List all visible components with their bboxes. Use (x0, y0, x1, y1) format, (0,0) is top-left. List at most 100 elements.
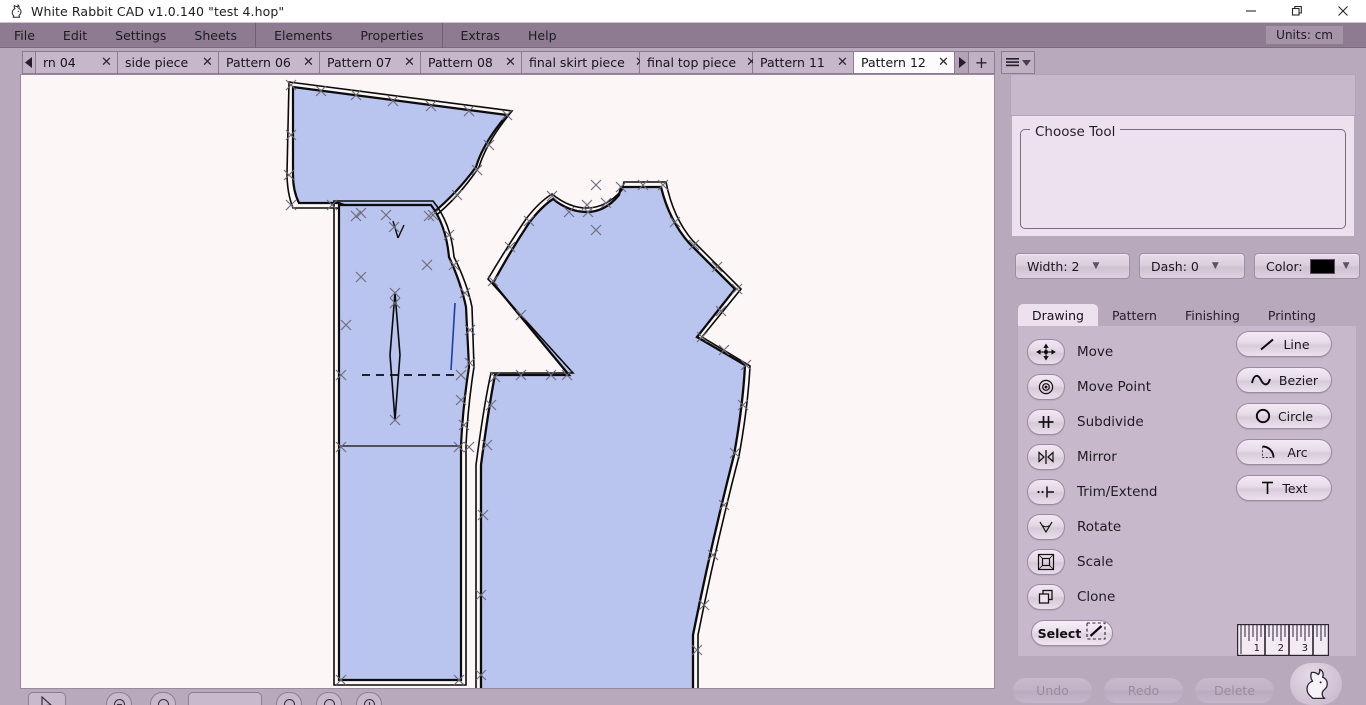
shape-button-label: Arc (1287, 444, 1308, 460)
subdivide-icon[interactable] (1027, 408, 1065, 435)
choose-tool-frame (1020, 129, 1346, 229)
color-combo[interactable]: Color: ▼ (1254, 253, 1360, 279)
sheet-tab-pattern-08[interactable]: Pattern 08 ✕ (421, 51, 522, 74)
tool-list: Move Move Point Subdivide Mirror Trim/Extend… (1027, 334, 1158, 614)
undo-button[interactable]: Undo (1013, 678, 1092, 703)
tool-row-clone[interactable]: Clone (1027, 579, 1158, 614)
menu-item-settings[interactable]: Settings (101, 23, 180, 48)
tab-pattern[interactable]: Pattern (1098, 304, 1171, 326)
pointer-tool-button[interactable] (28, 692, 66, 705)
tool-row-mirror[interactable]: Mirror (1027, 439, 1158, 474)
tab-printing[interactable]: Printing (1254, 304, 1330, 326)
sheet-tab-pattern-12[interactable]: Pattern 12 ✕ (854, 51, 955, 74)
close-icon[interactable]: ✕ (504, 56, 517, 69)
sheet-tab-final-skirt-piece[interactable]: final skirt piece✕ (522, 51, 646, 74)
select-button[interactable]: Select (1031, 620, 1113, 646)
menu-item-extras[interactable]: Extras (447, 23, 515, 48)
bottom-toolbar (0, 692, 1000, 705)
menu-item-help[interactable]: Help (514, 23, 571, 48)
title-bar: White Rabbit CAD v1.0.140 "test 4.hop" (0, 0, 1366, 23)
menu-item-properties[interactable]: Properties (346, 23, 437, 48)
menu-group-extras: Extras Help (447, 23, 571, 48)
sheet-tab-side-piece[interactable]: side piece ✕ (118, 51, 219, 74)
ruler-tick-1: 1 (1254, 643, 1260, 654)
info-button[interactable] (356, 692, 382, 705)
sheet-tab-final-top-piece[interactable]: final top piece ✕ (640, 51, 757, 74)
tool-label: Scale (1077, 553, 1114, 570)
sheet-tab-label: Pattern 12 (861, 55, 926, 70)
width-combo[interactable]: Width: 2 ▼ (1015, 253, 1130, 279)
select-marquee-icon (1086, 622, 1106, 644)
shape-button-text[interactable]: Text (1236, 475, 1332, 501)
add-sheet-button[interactable]: + (969, 51, 995, 74)
move-arrows-icon[interactable] (1027, 338, 1065, 365)
style-controls-row: Width: 2 ▼ Dash: 0 ▼ Color: ▼ (1015, 253, 1360, 279)
shape-button-circle[interactable]: Circle (1236, 403, 1332, 429)
mirror-icon[interactable] (1027, 443, 1065, 470)
close-icon[interactable]: ✕ (302, 56, 315, 69)
tool-row-rotate[interactable]: Rotate (1027, 509, 1158, 544)
menu-item-edit[interactable]: Edit (49, 23, 101, 48)
color-swatch[interactable] (1309, 258, 1335, 274)
history-buttons: Undo Redo Delete (1013, 678, 1274, 703)
tool-row-scale[interactable]: Scale (1027, 544, 1158, 579)
tool-preview-area (1010, 74, 1356, 116)
clone-icon[interactable] (1027, 583, 1065, 610)
tool-label: Rotate (1077, 518, 1122, 535)
triangle-right-icon[interactable] (955, 51, 969, 74)
maximize-icon[interactable] (1274, 0, 1320, 23)
zoom-level-field[interactable] (188, 692, 262, 705)
pattern-canvas[interactable] (20, 74, 995, 689)
rotate-icon[interactable] (1027, 513, 1065, 540)
shape-button-label: Circle (1277, 408, 1314, 424)
tool-row-move-point[interactable]: Move Point (1027, 369, 1158, 404)
sheet-tab-label: side piece (125, 55, 189, 70)
dash-combo[interactable]: Dash: 0 ▼ (1139, 253, 1245, 279)
tool-row-move[interactable]: Move (1027, 334, 1158, 369)
sheet-tab-pattern-06[interactable]: Pattern 06 ✕ (219, 51, 320, 74)
window-title: White Rabbit CAD v1.0.140 "test 4.hop" (31, 3, 285, 19)
sheet-tab-pattern-07[interactable]: Pattern 07 ✕ (320, 51, 421, 74)
bezier-icon (1250, 373, 1272, 388)
tool-row-subdivide[interactable]: Subdivide (1027, 404, 1158, 439)
units-indicator[interactable]: Units: cm (1265, 25, 1344, 45)
close-icon[interactable]: ✕ (201, 56, 214, 69)
sheet-tab-label: Pattern 08 (428, 55, 493, 70)
close-icon[interactable]: ✕ (403, 56, 416, 69)
close-icon[interactable]: ✕ (836, 56, 849, 69)
zoom-in-button[interactable] (106, 692, 132, 705)
select-button-label: Select (1037, 625, 1082, 641)
sheet-tab-pattern-11[interactable]: Pattern 11 ✕ (753, 51, 854, 74)
tool-label: Move Point (1077, 378, 1152, 395)
scale-icon[interactable] (1027, 548, 1065, 575)
trim-extend-icon[interactable] (1027, 478, 1065, 505)
fit-view-button[interactable] (276, 692, 302, 705)
tool-row-trim-extend[interactable]: Trim/Extend (1027, 474, 1158, 509)
tool-label: Subdivide (1077, 413, 1144, 430)
zoom-out-button[interactable] (150, 692, 176, 705)
redo-button[interactable]: Redo (1104, 678, 1183, 703)
menu-item-file[interactable]: File (0, 23, 49, 48)
close-icon[interactable] (1320, 0, 1366, 23)
tab-drawing[interactable]: Drawing (1018, 304, 1098, 326)
shape-button-bezier[interactable]: Bezier (1236, 367, 1332, 393)
shape-button-line[interactable]: Line (1236, 331, 1332, 357)
panel-tab-strip: Drawing Pattern Finishing Printing (1018, 304, 1356, 326)
delete-button[interactable]: Delete (1195, 678, 1274, 703)
pan-view-button[interactable] (316, 692, 342, 705)
text-t-icon (1260, 480, 1275, 496)
triangle-left-icon[interactable] (22, 51, 36, 74)
hamburger-icon[interactable] (1001, 51, 1035, 74)
sheet-tab-rn-04[interactable]: rn 04 ✕ (36, 51, 118, 74)
rabbit-icon[interactable] (1290, 663, 1342, 705)
shape-button-label: Line (1283, 336, 1310, 352)
menu-item-sheets[interactable]: Sheets (180, 23, 251, 48)
minimize-icon[interactable] (1228, 0, 1274, 23)
move-point-icon[interactable] (1027, 373, 1065, 400)
close-icon[interactable]: ✕ (100, 56, 113, 69)
tab-finishing[interactable]: Finishing (1171, 304, 1254, 326)
shape-button-arc[interactable]: Arc (1236, 439, 1332, 465)
menu-item-elements[interactable]: Elements (260, 23, 346, 48)
sheet-tab-label: final skirt piece (529, 55, 625, 70)
close-icon[interactable]: ✕ (937, 56, 950, 69)
